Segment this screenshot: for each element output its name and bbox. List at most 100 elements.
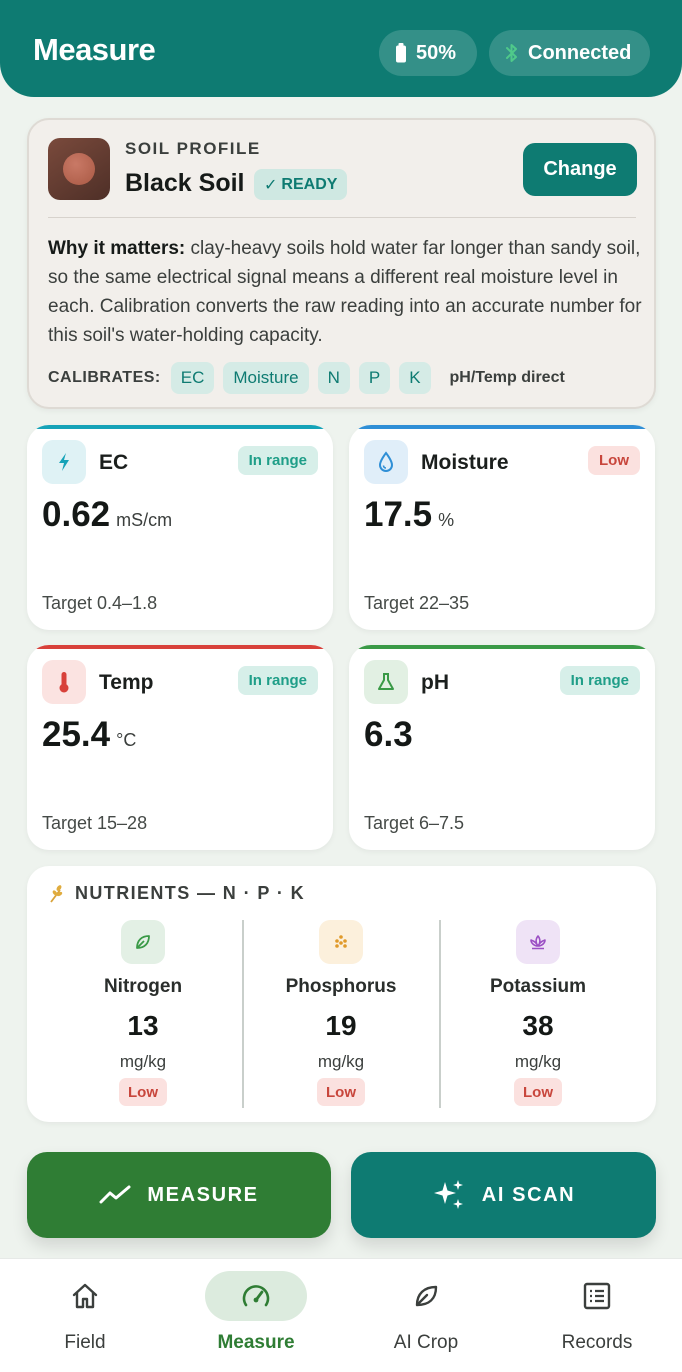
nav-measure[interactable]: Measure <box>171 1259 341 1372</box>
metric-value: 0.62 mS/cm <box>42 495 172 535</box>
bottom-nav: Field Measure AI Crop Records <box>0 1258 682 1372</box>
calibrate-chip: EC <box>170 362 215 394</box>
nutrients-card: NUTRIENTS — N · P · K Nitrogen 13 mg/kg … <box>27 866 656 1122</box>
nav-label: Measure <box>217 1332 295 1353</box>
soil-name: Black Soil <box>125 169 245 197</box>
nutrients-title: NUTRIENTS — N · P · K <box>75 883 306 903</box>
metric-unit: mS/cm <box>116 510 173 530</box>
nutrient-unit: mg/kg <box>514 1052 562 1071</box>
metric-name: Moisture <box>421 451 509 474</box>
metric-number: 17.5 <box>364 495 433 534</box>
nutrient-name: Potassium <box>489 976 587 997</box>
metric-target: Target 15–28 <box>42 813 148 833</box>
nutrients-heading: NUTRIENTS — N · P · K <box>47 883 305 904</box>
nav-label: AI Crop <box>393 1332 459 1353</box>
metric-accent-bar <box>27 645 333 649</box>
sparkle-icon <box>433 1180 463 1209</box>
ready-label: READY <box>281 175 338 193</box>
battery-pill[interactable]: 50% <box>379 30 477 76</box>
battery-level: 50% <box>416 41 457 64</box>
wheat-icon <box>50 884 63 903</box>
page-title: Measure <box>33 32 156 67</box>
metric-value: 17.5 % <box>364 495 454 535</box>
nutrient-value: 38 <box>522 1010 554 1041</box>
bluetooth-icon <box>506 44 517 62</box>
nutrient-value: 19 <box>325 1010 357 1041</box>
metric-number: 25.4 <box>42 715 111 754</box>
nav-field[interactable]: Field <box>0 1259 170 1372</box>
measure-label: MEASURE <box>147 1183 259 1206</box>
leaf-icon <box>121 920 165 964</box>
nutrient-value: 13 <box>127 1010 159 1041</box>
nav-icon-wrap <box>205 1271 307 1321</box>
metric-name: pH <box>421 671 449 694</box>
nav-records[interactable]: Records <box>512 1259 682 1372</box>
nav-label: Records <box>561 1332 633 1353</box>
metric-card-ph[interactable]: pH In range 6.3 Target 6–7.5 <box>349 645 655 850</box>
why-it-matters-text: Why it matters: clay-heavy soils hold wa… <box>48 234 643 350</box>
bolt-icon <box>42 440 86 484</box>
nutrient-unit: mg/kg <box>119 1052 167 1071</box>
metric-name: Temp <box>99 671 154 694</box>
status-badge: Low <box>588 446 640 475</box>
nav-icon-wrap <box>34 1271 136 1321</box>
leaf-icon <box>415 1285 438 1307</box>
flask-icon <box>364 660 408 704</box>
calibrates-row: CALIBRATES: EC Moisture N P K pH/Temp di… <box>48 362 565 394</box>
measure-button[interactable]: MEASURE <box>27 1152 331 1238</box>
nutrient-name: Nitrogen <box>103 976 183 997</box>
metric-card-moisture[interactable]: Moisture Low 17.5 % Target 22–35 <box>349 425 655 630</box>
nutrient-potassium: Potassium 38 mg/kg Low <box>440 918 636 1108</box>
droplet-icon <box>364 440 408 484</box>
metric-value: 25.4 °C <box>42 715 136 755</box>
soil-profile-card: SOIL PROFILE Black Soil ✓ READY Change W… <box>27 118 656 409</box>
ai-scan-label: AI SCAN <box>481 1183 576 1206</box>
nutrient-nitrogen: Nitrogen 13 mg/kg Low <box>45 918 241 1108</box>
list-icon <box>583 1282 611 1310</box>
profile-divider <box>48 217 636 218</box>
metric-number: 0.62 <box>42 495 111 534</box>
ready-badge: ✓ READY <box>254 169 348 200</box>
metric-number: 6.3 <box>364 715 413 754</box>
direct-note: pH/Temp direct <box>449 369 565 386</box>
metric-accent-bar <box>349 645 655 649</box>
calibrate-chip: K <box>399 362 431 394</box>
metric-target: Target 22–35 <box>364 593 470 613</box>
metric-target: Target 0.4–1.8 <box>42 593 158 613</box>
gauge-icon <box>242 1285 270 1307</box>
change-soil-button[interactable]: Change <box>523 143 637 196</box>
nav-label: Field <box>64 1332 106 1353</box>
app-header: Measure 50% Connected <box>0 0 682 97</box>
metric-card-ec[interactable]: EC In range 0.62 mS/cm Target 0.4–1.8 <box>27 425 333 630</box>
nutrient-phosphorus: Phosphorus 19 mg/kg Low <box>243 918 439 1108</box>
trend-icon <box>99 1185 131 1204</box>
lotus-icon <box>516 920 560 964</box>
dots-icon <box>319 920 363 964</box>
nutrient-name: Phosphorus <box>285 976 397 997</box>
metric-name: EC <box>99 451 129 474</box>
connection-pill[interactable]: Connected <box>489 30 650 76</box>
battery-icon <box>396 43 406 63</box>
calibrates-label: CALIBRATES: <box>48 369 161 386</box>
metric-unit: °C <box>116 730 137 750</box>
metric-card-temp[interactable]: Temp In range 25.4 °C Target 15–28 <box>27 645 333 850</box>
check-icon: ✓ <box>264 176 278 194</box>
calibrate-chip: Moisture <box>223 362 309 394</box>
calibrate-chip: N <box>317 362 350 394</box>
status-badge: Low <box>317 1078 365 1106</box>
ai-scan-button[interactable]: AI SCAN <box>351 1152 656 1238</box>
thermometer-icon <box>42 660 86 704</box>
status-badge: Low <box>119 1078 167 1106</box>
home-icon <box>72 1283 98 1309</box>
profile-eyebrow: SOIL PROFILE <box>125 139 261 158</box>
metric-unit: % <box>438 510 455 530</box>
soil-swatch-icon <box>48 138 110 200</box>
metric-target: Target 6–7.5 <box>364 813 465 833</box>
why-title: Why it matters: <box>48 238 186 259</box>
nav-ai-crop[interactable]: AI Crop <box>341 1259 511 1372</box>
connection-status: Connected <box>528 41 632 64</box>
status-badge: Low <box>514 1078 562 1106</box>
nav-icon-wrap <box>375 1271 477 1321</box>
metric-value: 6.3 <box>364 715 419 755</box>
status-badge: In range <box>237 666 318 695</box>
